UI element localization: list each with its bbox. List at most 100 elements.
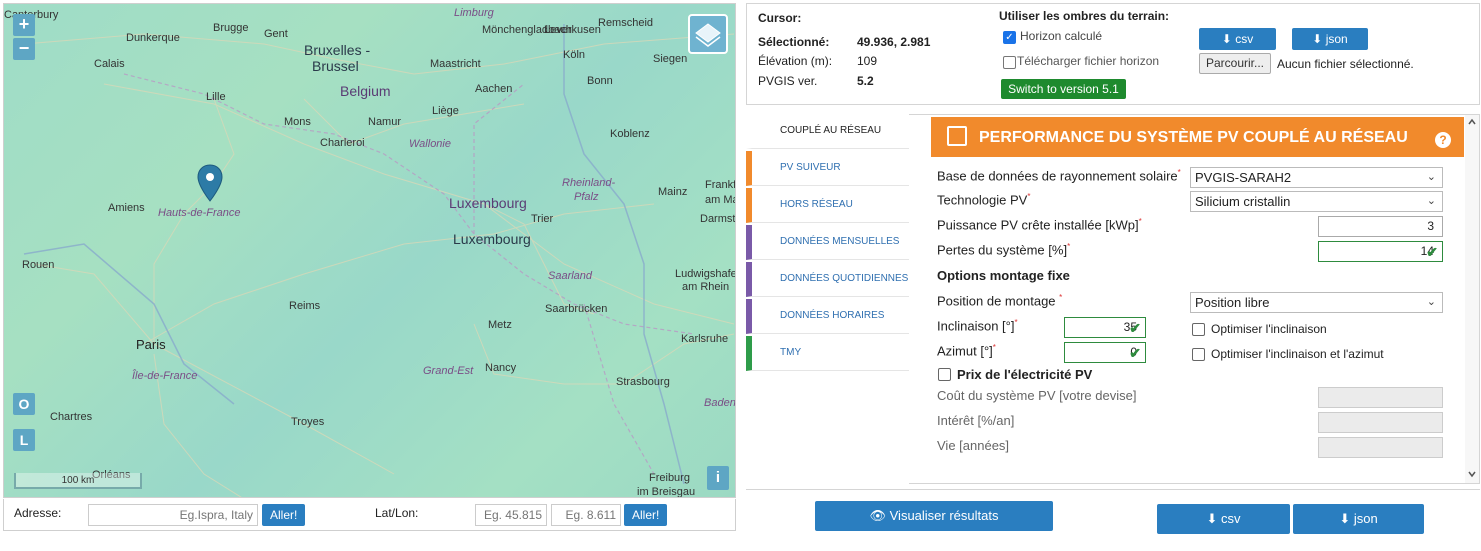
interest-label: Intérêt [%/an]: [937, 413, 1015, 428]
map-l-button[interactable]: L: [13, 429, 35, 451]
slope-input[interactable]: 35 ✔: [1064, 317, 1146, 338]
location-marker-icon[interactable]: [197, 164, 223, 202]
zoom-in-button[interactable]: +: [13, 14, 35, 36]
system-loss-input[interactable]: 14 ✔: [1318, 241, 1443, 262]
switch-version-button[interactable]: Switch to version 5.1: [1001, 79, 1126, 99]
map-city-label: Paris: [136, 337, 166, 352]
horizon-csv-button[interactable]: ⬇ csv: [1199, 28, 1276, 50]
form-title: PERFORMANCE DU SYSTÈME PV COUPLÉ AU RÉSE…: [979, 129, 1408, 146]
optimize-slope-label: Optimiser l'inclinaison: [1211, 322, 1327, 336]
horizon-upload-checkbox[interactable]: [1003, 56, 1016, 69]
horizon-csv-label: csv: [1235, 32, 1254, 46]
map-city-label: Bonn: [587, 75, 613, 87]
map-city-label: Namur: [368, 116, 402, 128]
layers-icon: [695, 23, 721, 47]
help-icon[interactable]: ?: [1435, 132, 1451, 148]
map-country-label: Belgium: [340, 83, 391, 99]
tab-hourly-data[interactable]: DONNÉES HORAIRES: [746, 299, 910, 334]
pv-tech-select[interactable]: Silicium cristallin ⌄: [1190, 191, 1443, 212]
map-city-label: Aachen: [475, 83, 513, 95]
map-city-label: Maastricht: [430, 58, 481, 70]
optimize-slope-checkbox[interactable]: [1192, 323, 1205, 336]
tool-tabs: COUPLÉ AU RÉSEAU PV SUIVEUR HORS RÉSEAU …: [746, 114, 910, 484]
location-info-panel: Cursor: Sélectionné: 49.936, 2.981 Éléva…: [746, 3, 1480, 105]
chevron-down-icon: ⌄: [1426, 171, 1436, 183]
horizon-calculated-checkbox[interactable]: ✓: [1003, 31, 1016, 44]
pv-price-checkbox[interactable]: [938, 368, 951, 381]
selected-label: Sélectionné:: [758, 35, 830, 49]
map-city-label: Brussel: [312, 58, 359, 74]
longitude-input[interactable]: [551, 504, 621, 526]
peak-power-label: Puissance PV crête installée [kWp]*: [937, 217, 1142, 232]
map-city-label: Reims: [289, 300, 321, 312]
results-csv-button[interactable]: ⬇ csv: [1157, 504, 1290, 534]
layers-button[interactable]: [688, 14, 728, 54]
mount-options-title: Options montage fixe: [937, 268, 1070, 283]
results-json-button[interactable]: ⬇ json: [1293, 504, 1424, 534]
chevron-down-icon: ⌄: [1426, 195, 1436, 207]
pv-tech-text: Technologie PV: [937, 192, 1028, 208]
tab-tmy[interactable]: TMY: [746, 336, 910, 371]
radiation-db-select[interactable]: PVGIS-SARAH2 ⌄: [1190, 167, 1443, 188]
download-icon: ⬇: [1339, 511, 1354, 526]
tab-monthly-data[interactable]: DONNÉES MENSUELLES: [746, 225, 910, 260]
radiation-db-label: Base de données de rayonnement solaire*: [937, 168, 1181, 183]
map-city-label: Bruxelles -: [304, 42, 371, 58]
tab-daily-data[interactable]: DONNÉES QUOTIDIENNES: [746, 262, 910, 297]
map-view[interactable]: Canterbury Dunkerque Calais Brugge Gent …: [3, 3, 736, 498]
map-city-label: am Rhein: [682, 281, 730, 293]
tab-label: PV SUIVEUR: [780, 162, 841, 173]
latlon-label: Lat/Lon:: [375, 506, 419, 520]
mount-position-value: Position libre: [1195, 295, 1270, 310]
tab-grid-connected[interactable]: COUPLÉ AU RÉSEAU: [746, 114, 910, 149]
zoom-out-button[interactable]: −: [13, 38, 35, 60]
map-city-label: im Breisgau: [637, 486, 696, 498]
pv-price-title: Prix de l'électricité PV: [957, 367, 1093, 382]
info-button[interactable]: i: [707, 466, 729, 490]
map-region-label: Wallonie: [409, 138, 451, 150]
mount-position-select[interactable]: Position libre ⌄: [1190, 292, 1443, 313]
required-mark: *: [992, 343, 996, 352]
azimuth-text: Azimut [°]: [937, 343, 993, 359]
tab-label: COUPLÉ AU RÉSEAU: [780, 125, 882, 136]
system-cost-label: Coût du système PV [votre devise]: [937, 388, 1137, 403]
system-loss-label: Pertes du système [%]*: [937, 242, 1070, 257]
browse-file-button[interactable]: Parcourir...: [1199, 53, 1271, 74]
lifetime-input: [1318, 437, 1443, 458]
azimuth-input[interactable]: 0 ✔: [1064, 342, 1146, 363]
tab-tracking-pv[interactable]: PV SUIVEUR: [746, 151, 910, 186]
horizon-json-button[interactable]: ⬇ json: [1292, 28, 1368, 50]
map-region-label: Hauts-de-France: [158, 207, 241, 219]
form-header: PERFORMANCE DU SYSTÈME PV COUPLÉ AU RÉSE…: [931, 117, 1464, 157]
results-json-label: json: [1353, 511, 1378, 526]
lifetime-label: Vie [années]: [937, 438, 1010, 453]
tab-label: HORS RÉSEAU: [780, 199, 853, 210]
tab-off-grid[interactable]: HORS RÉSEAU: [746, 188, 910, 223]
map-city-label: Ludwigshafen: [675, 268, 735, 280]
horizon-json-label: json: [1325, 32, 1348, 46]
map-city-label: Charleroi: [320, 137, 365, 149]
map-region-label: Saarland: [548, 270, 593, 282]
form-scrollbar[interactable]: [1465, 115, 1479, 483]
map-city-label: Saarbrücken: [545, 303, 608, 315]
peak-power-input[interactable]: 3: [1318, 216, 1443, 237]
map-city-label: Darmsta: [700, 213, 736, 225]
radiation-db-text: Base de données de rayonnement solaire: [937, 168, 1178, 184]
address-bar: Adresse: Aller! Lat/Lon: Aller!: [3, 499, 736, 531]
latlon-go-button[interactable]: Aller!: [624, 504, 668, 526]
map-city-label: Liège: [432, 105, 459, 117]
address-go-button[interactable]: Aller!: [262, 504, 306, 526]
no-file-label: Aucun fichier sélectionné.: [1277, 57, 1414, 71]
map-city-label: Köln: [563, 49, 586, 61]
slope-label: Inclinaison [°]*: [937, 318, 1018, 333]
eye-icon: 👁: [869, 508, 890, 523]
required-mark: *: [1027, 192, 1031, 201]
map-region-label: Rheinland-: [562, 177, 616, 189]
map-o-button[interactable]: O: [13, 393, 35, 415]
interest-input: [1318, 412, 1443, 433]
map-city-label: Nancy: [485, 362, 517, 374]
optimize-both-checkbox[interactable]: [1192, 348, 1205, 361]
visualize-results-button[interactable]: 👁 Visualiser résultats: [815, 501, 1053, 531]
address-input[interactable]: [88, 504, 258, 526]
latitude-input[interactable]: [475, 504, 547, 526]
